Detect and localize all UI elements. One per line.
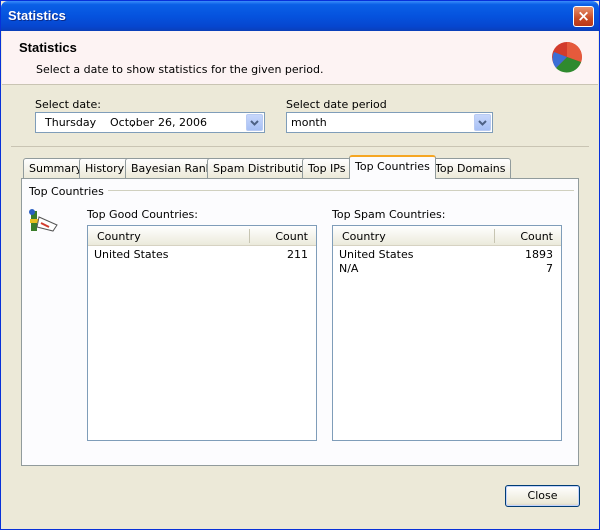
good-col-divider [249, 229, 250, 243]
good-row-country: United States [94, 248, 169, 261]
top-good-label: Top Good Countries: [87, 208, 198, 221]
countries-icon [29, 209, 58, 232]
pie-chart-icon [552, 42, 582, 73]
close-icon: × [577, 7, 590, 25]
header-subtitle: Select a date to show statistics for the… [36, 63, 324, 76]
period-select[interactable]: month [286, 112, 493, 133]
header-title: Statistics [19, 40, 77, 55]
spam-list-header: Country Count [333, 226, 561, 246]
header-banner: Statistics Select a date to show statist… [2, 31, 598, 85]
chevron-down-icon [250, 120, 259, 126]
good-col-country[interactable]: Country [97, 230, 141, 243]
tab-top-domains[interactable]: Top Domains [429, 158, 512, 178]
top-spam-label: Top Spam Countries: [332, 208, 446, 221]
good-col-count[interactable]: Count [275, 230, 308, 243]
select-date-label: Select date: [35, 98, 101, 111]
window-title: Statistics [8, 8, 66, 23]
spam-countries-list[interactable]: Country Count United States 1893 N/A 7 [332, 225, 562, 441]
good-countries-list[interactable]: Country Count United States 211 [87, 225, 317, 441]
spam-row-count: 7 [546, 262, 553, 275]
period-dropdown-button[interactable] [474, 114, 491, 131]
spam-col-country[interactable]: Country [342, 230, 386, 243]
tab-history[interactable]: History [79, 158, 131, 178]
group-title: Top Countries [29, 185, 108, 198]
period-value: month [291, 116, 327, 129]
date-year: 2006 [179, 116, 207, 129]
close-button[interactable]: Close [505, 485, 580, 507]
spam-row-country: N/A [339, 262, 359, 275]
date-dropdown-button[interactable] [246, 114, 263, 131]
header-separator [11, 146, 589, 147]
date-picker[interactable]: Thursday , October 26, 2006 [35, 112, 265, 133]
group-divider [98, 190, 574, 191]
spam-row-country: United States [339, 248, 414, 261]
spam-col-divider [494, 229, 495, 243]
date-month: October [110, 116, 155, 129]
spam-col-count[interactable]: Count [520, 230, 553, 243]
tab-top-countries[interactable]: Top Countries [349, 155, 436, 179]
spam-row-0[interactable]: United States 1893 [333, 248, 561, 262]
select-period-label: Select date period [286, 98, 387, 111]
tab-top-ips[interactable]: Top IPs [302, 158, 352, 178]
date-daynum: 26, [158, 116, 176, 129]
title-bar[interactable]: Statistics × [1, 1, 599, 31]
spam-row-count: 1893 [525, 248, 553, 261]
good-list-header: Country Count [88, 226, 316, 246]
window-close-button[interactable]: × [573, 6, 594, 27]
chevron-down-icon [478, 120, 487, 126]
date-day: Thursday [45, 116, 97, 129]
tab-bayesian-rank[interactable]: Bayesian Rank [125, 158, 219, 178]
good-row-0[interactable]: United States 211 [88, 248, 316, 262]
good-row-count: 211 [287, 248, 308, 261]
spam-row-1[interactable]: N/A 7 [333, 262, 561, 276]
statistics-window: Statistics × Statistics Select a date to… [0, 0, 600, 530]
